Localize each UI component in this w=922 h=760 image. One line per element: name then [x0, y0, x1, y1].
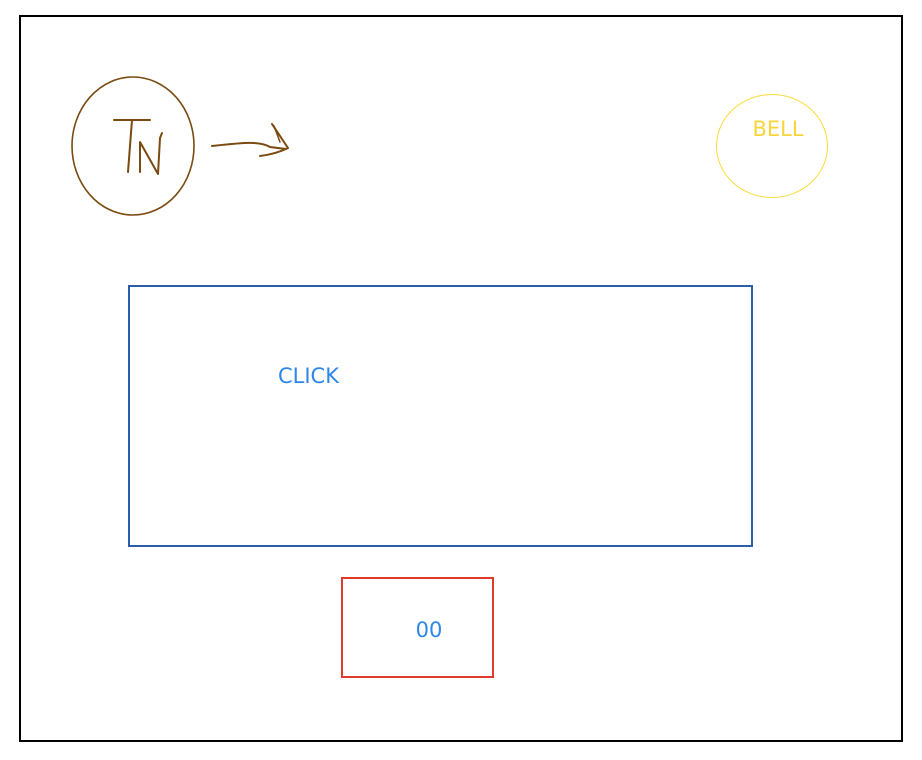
counter-display: 00 — [341, 577, 494, 678]
bell-label: BELL — [752, 117, 804, 141]
tn-logo-icon — [70, 76, 196, 217]
arrow-right-icon — [210, 120, 294, 162]
bell-button[interactable] — [716, 94, 828, 198]
counter-value: 00 — [415, 618, 443, 642]
click-area[interactable]: CLICK — [128, 285, 753, 547]
click-label: CLICK — [278, 364, 339, 388]
